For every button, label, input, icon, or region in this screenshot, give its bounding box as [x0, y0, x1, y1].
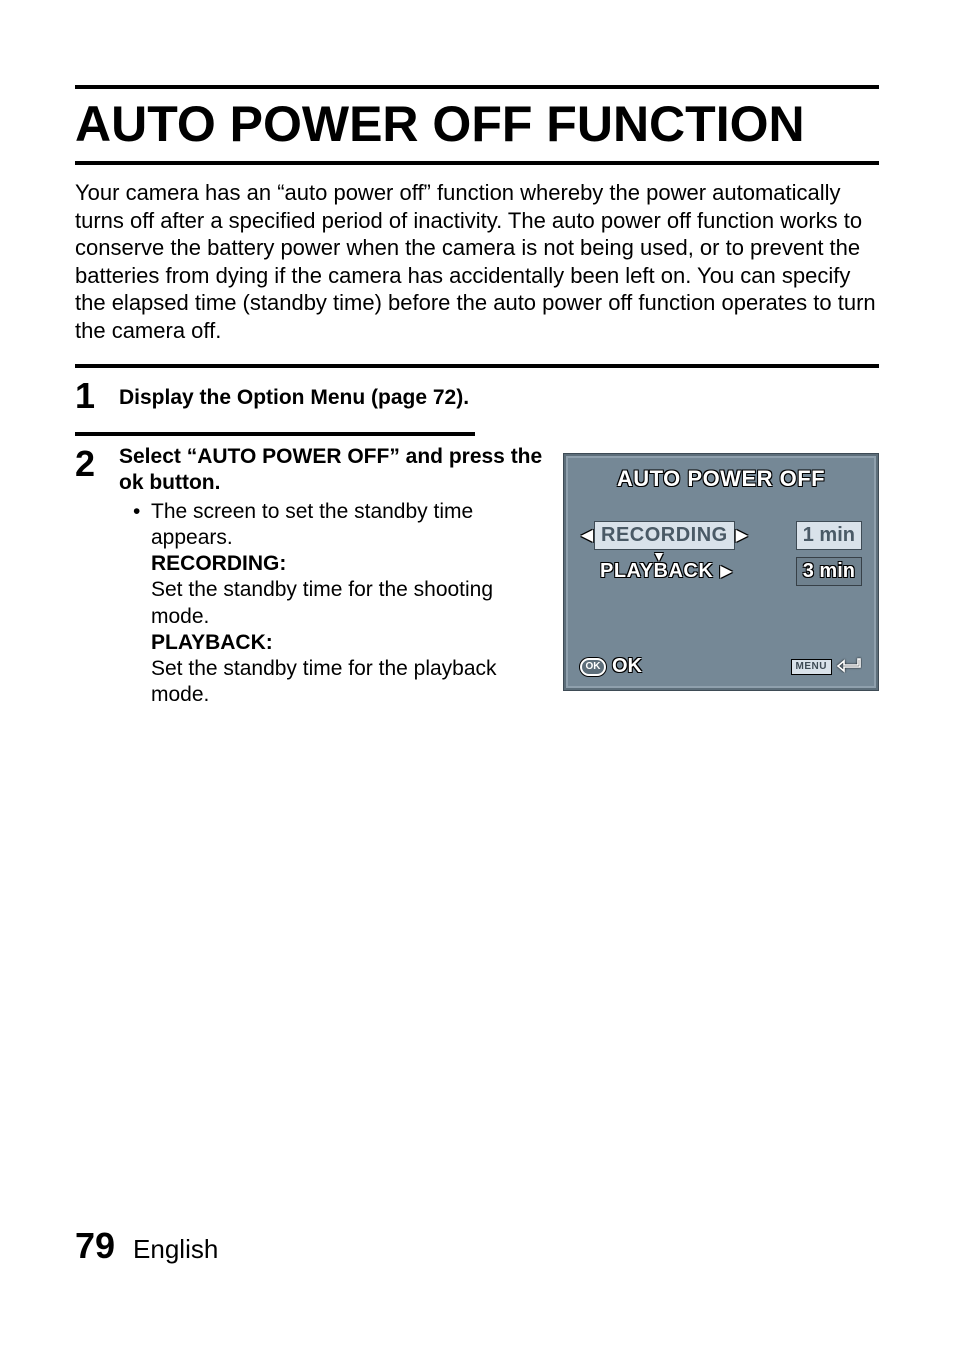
- lcd-recording-value: 1 min: [796, 521, 862, 550]
- recording-desc: Set the standby time for the shooting mo…: [119, 577, 544, 630]
- lcd-title: AUTO POWER OFF: [566, 466, 876, 492]
- page-language: English: [133, 1234, 218, 1265]
- lcd-recording-label: RECORDING: [594, 521, 735, 550]
- step-2-bullet: • The screen to set the standby time app…: [119, 499, 544, 552]
- lcd-row-playback: ◀ PLAYBACK ▶ 3 min: [580, 556, 862, 586]
- arrow-down-icon: ▼: [652, 548, 666, 564]
- step-1-text: Display the Option Menu (page 72).: [119, 376, 469, 410]
- step-2-content: Select “AUTO POWER OFF” and press the ok…: [119, 444, 544, 709]
- menu-box-icon: MENU: [791, 659, 832, 675]
- page-number: 79: [75, 1225, 115, 1267]
- rule-under-title: [75, 161, 879, 165]
- page-title: AUTO POWER OFF FUNCTION: [75, 95, 879, 153]
- lcd-menu-group: MENU: [791, 655, 862, 678]
- camera-lcd-screen: AUTO POWER OFF ◀ RECORDING ▶ 1 min ◀ PLA…: [564, 454, 878, 690]
- arrow-right-icon: ▶: [719, 561, 733, 581]
- playback-label: PLAYBACK:: [119, 630, 544, 656]
- playback-desc: Set the standby time for the playback mo…: [119, 656, 544, 709]
- rule-step1: [75, 364, 879, 368]
- rule-step2: [75, 432, 475, 436]
- manual-page: AUTO POWER OFF FUNCTION Your camera has …: [0, 0, 954, 1345]
- step-1: 1 Display the Option Menu (page 72).: [75, 376, 879, 414]
- step-number: 1: [75, 378, 109, 414]
- ok-oval-icon: OK: [580, 658, 606, 676]
- step-2: 2 Select “AUTO POWER OFF” and press the …: [75, 444, 879, 709]
- step-2-head: Select “AUTO POWER OFF” and press the ok…: [119, 444, 544, 497]
- rule-top: [75, 85, 879, 89]
- recording-label: RECORDING:: [119, 551, 544, 577]
- lcd-footer: OK OK MENU: [580, 655, 862, 678]
- lcd-playback-value: 3 min: [796, 557, 862, 586]
- lcd-ok-group: OK OK: [580, 655, 642, 678]
- lcd-row-recording: ◀ RECORDING ▶ 1 min: [580, 520, 862, 550]
- lcd-ok-text: OK: [612, 655, 642, 678]
- lcd-rows: ◀ RECORDING ▶ 1 min ◀ PLAYBACK ▶ 3 min: [580, 520, 862, 592]
- step-2-bullet-text: The screen to set the standby time appea…: [151, 499, 544, 552]
- return-arrow-icon: [836, 655, 862, 678]
- arrow-right-icon: ▶: [735, 525, 749, 545]
- bullet-dot-icon: •: [133, 499, 151, 525]
- arrow-left-icon: ◀: [580, 525, 594, 545]
- intro-paragraph: Your camera has an “auto power off” func…: [75, 179, 879, 344]
- step-number: 2: [75, 446, 109, 482]
- page-footer: 79 English: [75, 1225, 218, 1267]
